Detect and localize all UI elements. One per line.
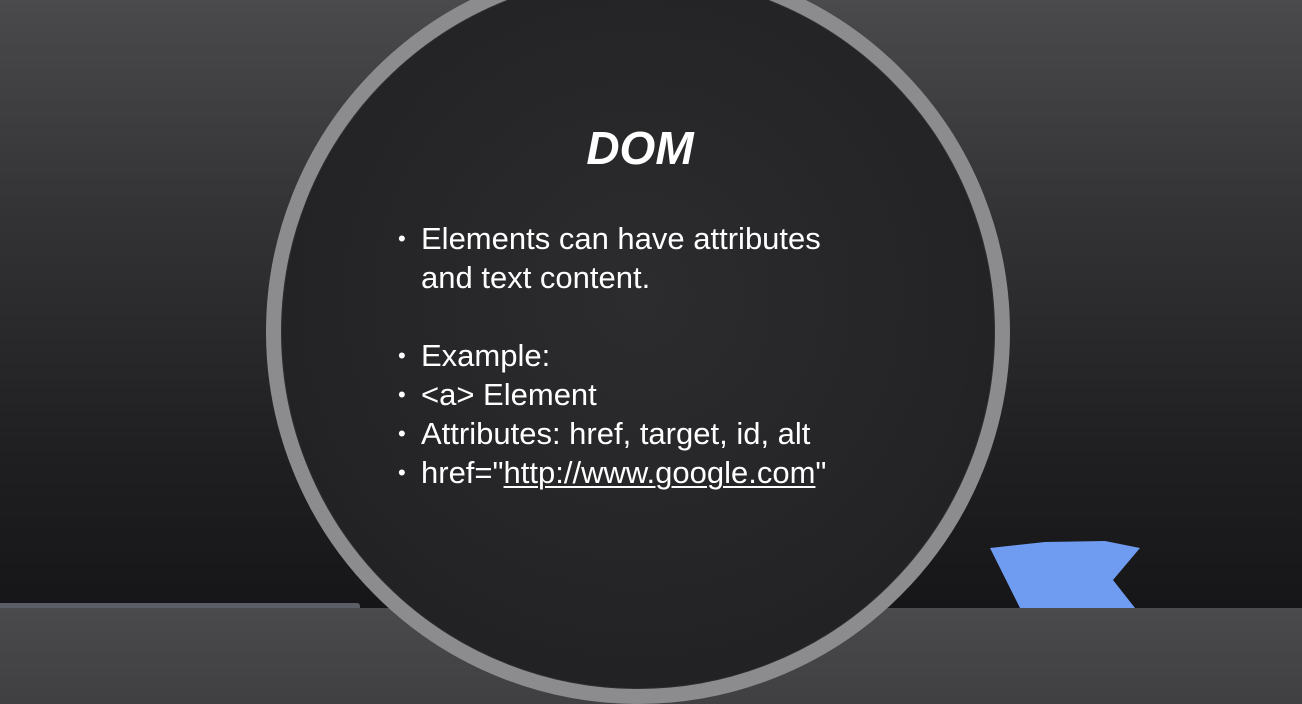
bullet-item: Example: xyxy=(398,336,918,375)
bullet-item: Attributes: href, target, id, alt xyxy=(398,414,918,453)
blue-arrow-polygon xyxy=(990,541,1140,608)
bullet-item: <a> Element xyxy=(398,375,918,414)
google-link[interactable]: http://www.google.com xyxy=(504,455,816,490)
bullet-item: href="http://www.google.com" xyxy=(398,453,918,492)
bullet-text: Attributes: href, target, id, alt xyxy=(421,416,811,451)
bullet-text-prefix: href=" xyxy=(421,455,504,490)
progress-bar-fragment xyxy=(0,603,360,608)
bullet-text: Example: xyxy=(421,338,551,373)
bullet-text-suffix: " xyxy=(815,455,827,490)
presentation-slide: DOM Elements can have attributes and tex… xyxy=(0,0,1302,704)
slide-title: DOM xyxy=(586,122,694,174)
bullet-item: Elements can have attributes and text co… xyxy=(398,219,918,297)
bullet-text: <a> Element xyxy=(421,377,597,412)
bullet-list: Elements can have attributes and text co… xyxy=(398,219,918,492)
blue-arrow-shape xyxy=(990,541,1140,608)
bullet-text-line-1: Elements can have attributes xyxy=(421,221,821,256)
bullet-text-line-2: and text content. xyxy=(421,260,651,295)
